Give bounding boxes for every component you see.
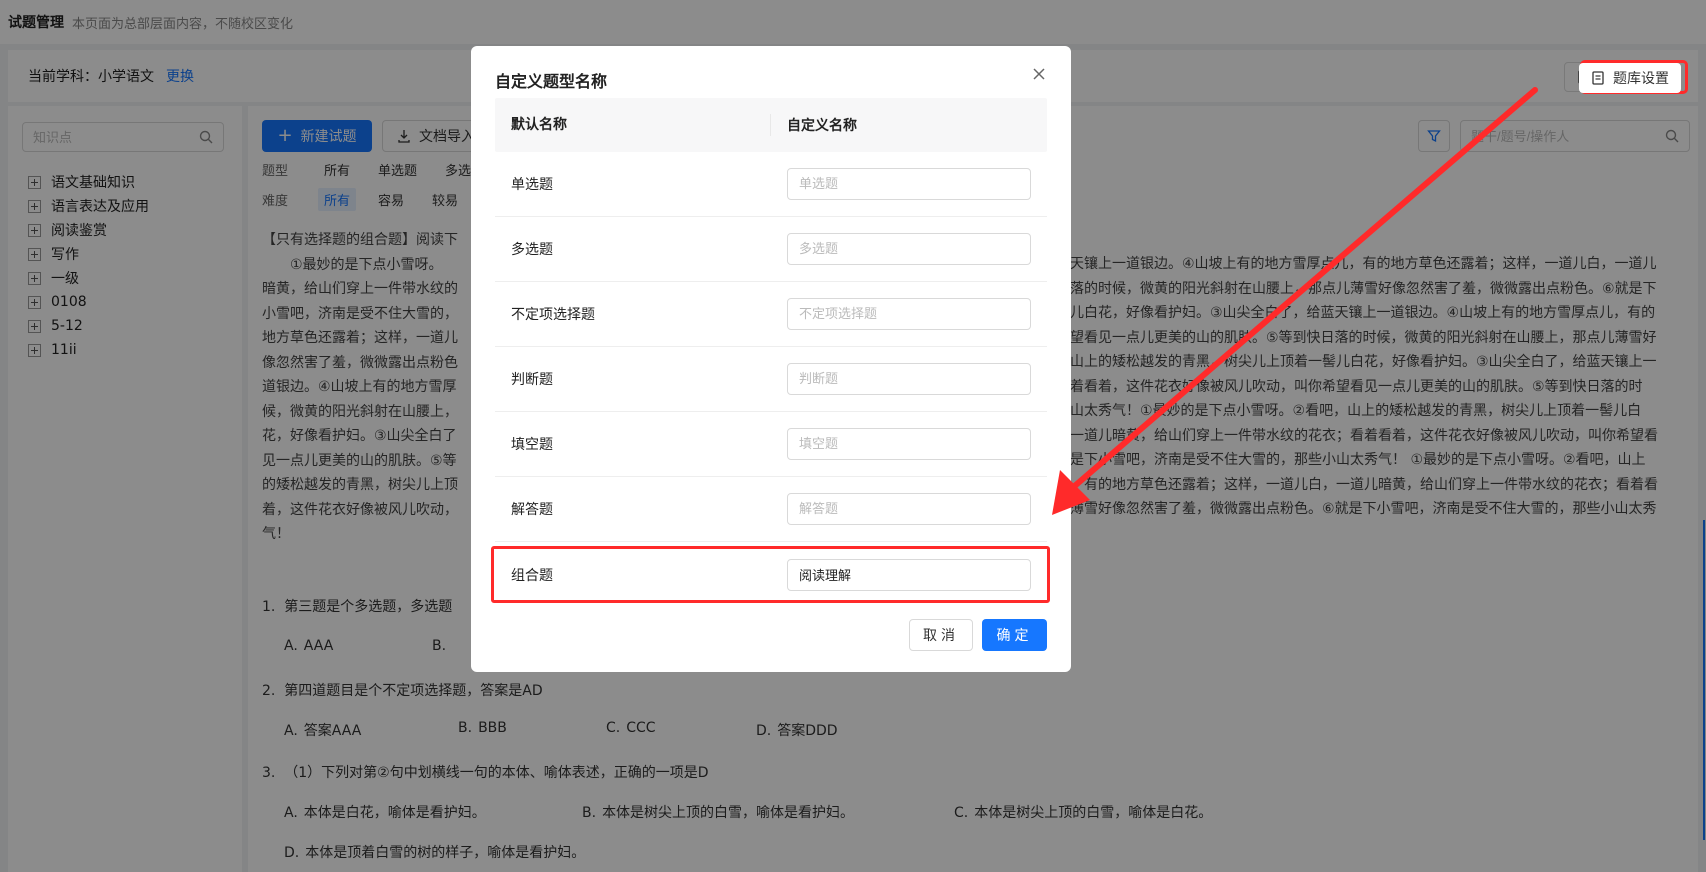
bank-settings-label: 题库设置 [1613,71,1669,87]
table-row: 多选题 [495,217,1047,282]
column-custom-name: 自定义名称 [787,118,857,134]
bank-settings-button-highlighted[interactable]: 题库设置 [1579,63,1681,93]
custom-name-input[interactable] [787,233,1031,265]
dialog-title: 自定义题型名称 [495,72,608,91]
table-row: 填空题 [495,412,1047,477]
close-icon [1033,68,1045,80]
default-name-cell: 多选题 [511,242,553,258]
settings-doc-icon [1592,71,1604,85]
custom-name-input[interactable] [787,558,1031,591]
default-name-cell: 解答题 [511,502,553,518]
custom-name-input[interactable] [787,428,1031,460]
table-header: 默认名称 自定义名称 [495,98,1047,152]
custom-name-input[interactable] [787,493,1031,525]
default-name-cell: 不定项选择题 [511,307,595,323]
default-name-cell: 组合题 [511,567,553,584]
custom-name-input[interactable] [787,298,1031,330]
custom-type-name-dialog: 自定义题型名称 默认名称 自定义名称 单选题 多选题 不定项选择题 判断题 填空… [471,46,1071,672]
table-row: 组合题 [495,542,1047,607]
table-row: 单选题 [495,152,1047,217]
table-row: 不定项选择题 [495,282,1047,347]
custom-name-input[interactable] [787,363,1031,395]
close-button[interactable] [1027,62,1051,86]
confirm-button[interactable]: 确定 [982,619,1047,651]
custom-name-input[interactable] [787,168,1031,200]
cancel-button[interactable]: 取消 [909,619,973,651]
type-name-table: 默认名称 自定义名称 单选题 多选题 不定项选择题 判断题 填空题 解答题 组合 [495,98,1047,607]
default-name-cell: 填空题 [511,437,553,453]
default-name-cell: 判断题 [511,372,553,388]
column-default-name: 默认名称 [495,114,771,136]
table-row: 解答题 [495,477,1047,542]
table-row: 判断题 [495,347,1047,412]
default-name-cell: 单选题 [511,177,553,193]
